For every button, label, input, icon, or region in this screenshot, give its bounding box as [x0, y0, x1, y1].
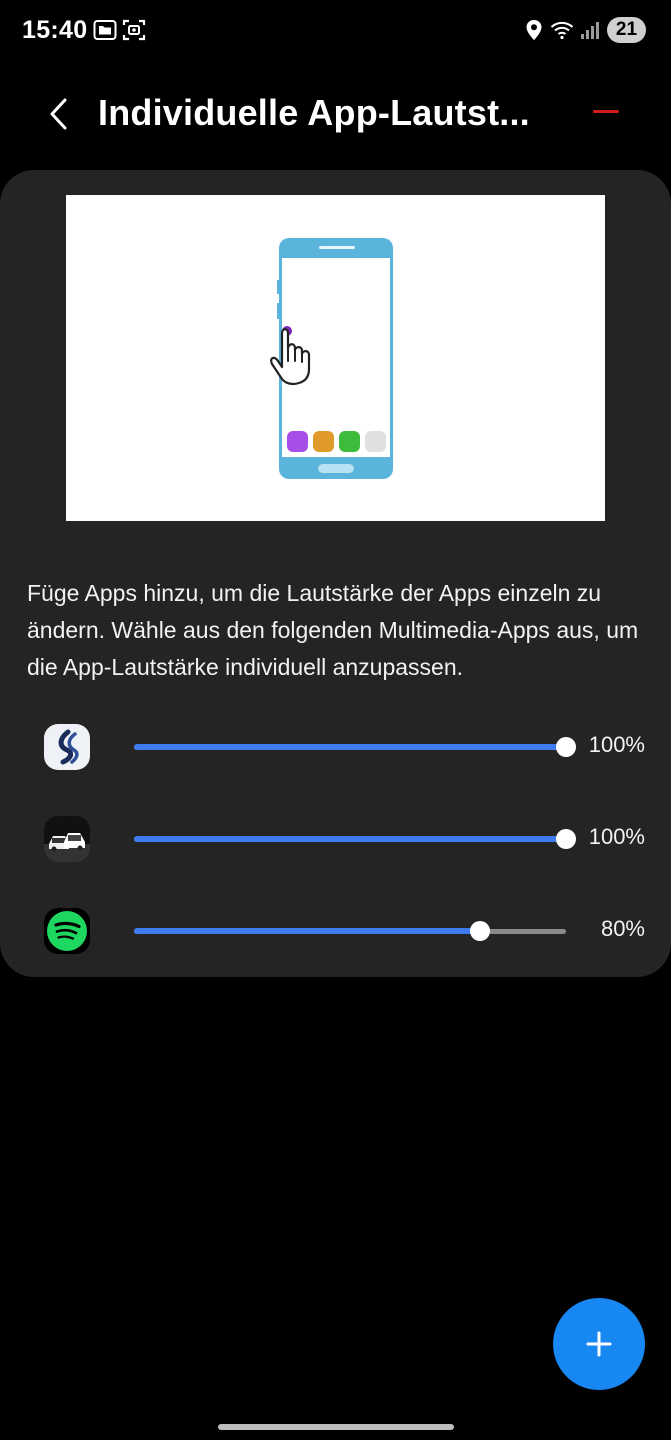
slider-thumb[interactable]: [469, 921, 490, 941]
volume-percentage: 100%: [588, 824, 645, 849]
slider-fill: [134, 744, 566, 750]
page-title: Individuelle App-Lautst...: [98, 92, 530, 133]
slider-fill: [134, 928, 480, 934]
home-indicator[interactable]: [218, 1424, 454, 1430]
app-volume-row: 100%: [0, 718, 671, 778]
volume-slider[interactable]: [134, 829, 576, 849]
battery-level-badge: 21: [607, 17, 646, 43]
description-text: Füge Apps hinzu, um die Lautstärke der A…: [27, 580, 639, 680]
add-app-button[interactable]: [553, 1298, 645, 1390]
slider-fill: [134, 836, 566, 842]
app-volume-row: 100%: [0, 810, 671, 870]
volume-percentage: 100%: [588, 732, 645, 757]
volume-percentage: 80%: [600, 916, 645, 941]
slider-thumb[interactable]: [556, 737, 576, 757]
app-volume-row: 80%: [0, 902, 671, 962]
volume-slider[interactable]: [134, 737, 576, 757]
phone-illustration: [270, 238, 393, 479]
content-card: Füge Apps hinzu, um die Lautstärke der A…: [0, 170, 671, 977]
status-time: 15:40: [22, 16, 88, 44]
app-header: Individuelle App-Lautst...: [0, 78, 671, 150]
illustration: [66, 195, 605, 521]
plus-icon: [586, 1331, 612, 1357]
header-dash-indicator: [593, 110, 619, 113]
volume-slider[interactable]: [134, 921, 566, 941]
back-button[interactable]: [36, 90, 80, 138]
navigation-app-icon[interactable]: [44, 724, 90, 770]
slider-thumb[interactable]: [556, 829, 576, 849]
signal-icon: [581, 22, 599, 39]
spotify-icon[interactable]: [44, 908, 90, 954]
status-bar: 15:40 21: [0, 0, 671, 60]
wifi-icon: [550, 21, 574, 40]
car-app-icon[interactable]: [44, 816, 90, 862]
chevron-left-icon: [50, 98, 67, 130]
folder-icon: [93, 20, 117, 40]
screen: 15:40 21 Individuelle App-Lautst... Füge…: [0, 0, 671, 1440]
screenshot-icon: [122, 19, 146, 41]
location-icon: [526, 20, 542, 40]
